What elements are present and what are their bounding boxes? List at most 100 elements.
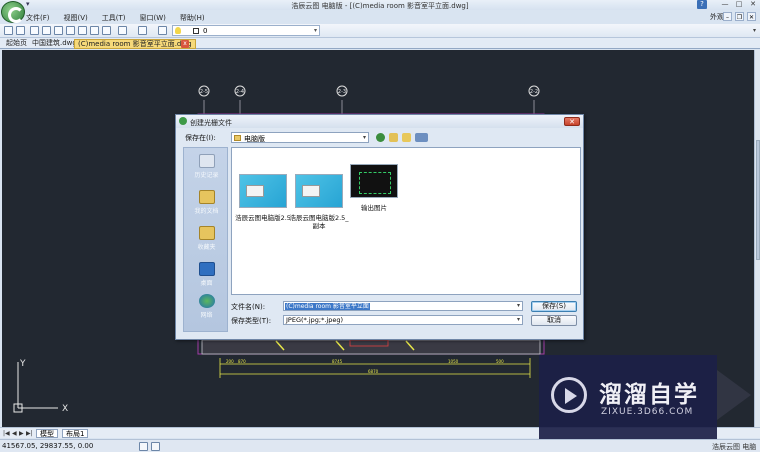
file-item[interactable]: 浩辰云图电脑版2.5_副本 [289, 164, 349, 230]
open-icon[interactable] [4, 26, 13, 35]
title-bar: ▾ 浩辰云图 电脑版 - [(C)media room 影音室平立面.dwg] … [0, 0, 760, 10]
mdi-minimize-button[interactable]: – [723, 12, 732, 21]
dim-text-5: 500 [496, 359, 504, 364]
window-title: 浩辰云图 电脑版 - [(C)media room 影音室平立面.dwg] [291, 2, 469, 10]
chevron-down-icon: ▾ [313, 27, 317, 34]
folder-item[interactable]: 输出图片 [344, 164, 404, 212]
place-favorites-label: 收藏夹 [197, 244, 216, 251]
tab-media-room[interactable]: (C)media room 影音室平立面.dwg [74, 39, 196, 49]
mdi-restore-button[interactable]: ❐ [735, 12, 744, 21]
grid-label-2-2: 2-2 [530, 89, 538, 95]
dialog-app-icon [179, 117, 187, 125]
mdi-close-button[interactable]: ✕ [747, 12, 756, 21]
minimize-button[interactable]: — [720, 0, 730, 9]
place-network[interactable]: 网络 [184, 294, 229, 319]
folder-name: 输出图片 [361, 204, 387, 212]
file-item[interactable]: 浩辰云图电脑版2.5 [233, 164, 293, 222]
save-icon[interactable] [16, 26, 25, 35]
back-icon[interactable] [376, 133, 385, 142]
cancel-button[interactable]: 取消 [531, 315, 577, 326]
grid-icon[interactable] [151, 442, 160, 451]
place-history[interactable]: 历史记录 [184, 154, 229, 179]
dim-text-1: 200 [226, 359, 234, 364]
zoom-in-icon[interactable] [66, 26, 75, 35]
redo-icon[interactable] [138, 26, 147, 35]
place-desktop-label: 桌面 [200, 280, 213, 287]
place-desktop[interactable]: 桌面 [184, 262, 229, 287]
status-app-name: 浩辰云图 电脑版 [712, 443, 757, 451]
folder-thumbnail [350, 164, 398, 198]
documents-icon [198, 190, 215, 204]
filename-value: (C)media room 影音室平立面 [285, 303, 370, 310]
grid-label-2-3: 2-3 [338, 89, 346, 95]
tab-start-page[interactable]: 起始页 [3, 39, 30, 49]
menu-tools[interactable]: 工具(T) [102, 13, 126, 23]
watermark: 溜溜自学 ZIXUE.3D66.COM [539, 355, 717, 439]
layer-manager-icon[interactable] [158, 26, 167, 35]
app-logo-icon[interactable] [1, 1, 25, 23]
grid-label-2-4: 2-4 [236, 89, 244, 95]
watermark-logo-icon [551, 377, 587, 413]
zoom-previous-icon[interactable] [90, 26, 99, 35]
menu-view[interactable]: 视图(V) [64, 13, 88, 23]
favorites-icon [198, 226, 215, 240]
watermark-text: 溜溜自学 [599, 382, 699, 408]
view-menu-icon[interactable] [415, 133, 428, 142]
tab-close-icon[interactable]: x [181, 40, 189, 48]
filename-label: 文件名(N): [231, 303, 266, 311]
file-list[interactable]: 浩辰云图电脑版2.5 浩辰云图电脑版2.5_副本 输出图片 [231, 147, 581, 295]
close-button[interactable]: ✕ [748, 0, 758, 9]
place-network-label: 网络 [200, 312, 213, 319]
layer-value: 0 [203, 27, 208, 35]
menu-file[interactable]: 文件(F) [26, 13, 50, 23]
zoom-out-icon[interactable] [78, 26, 87, 35]
vertical-scrollbar[interactable] [754, 50, 760, 427]
next-tab-icon[interactable]: ▶ [19, 430, 24, 437]
toolbar-options-icon[interactable]: ▾ [753, 27, 756, 34]
layer-dropdown[interactable]: 0 ▾ [172, 25, 320, 36]
first-tab-icon[interactable]: |◀ [3, 430, 10, 437]
new-folder-icon[interactable] [402, 133, 411, 142]
snap-icon[interactable] [139, 442, 148, 451]
tab-model[interactable]: 模型 [36, 429, 58, 438]
save-in-dropdown[interactable]: 电脑版 ▾ [231, 132, 369, 143]
prev-tab-icon[interactable]: ◀ [12, 430, 17, 437]
place-favorites[interactable]: 收藏夹 [184, 226, 229, 251]
layer-color-icon [193, 28, 199, 34]
undo-icon[interactable] [118, 26, 127, 35]
places-bar: 历史记录 我的文档 收藏夹 桌面 网络 [183, 147, 228, 332]
grid-label-2-5: 2-5 [200, 89, 208, 95]
folder-icon [234, 135, 241, 141]
status-bar: 41567.05, 29837.55, 0.00 浩辰云图 电脑版 [0, 439, 760, 452]
filetype-value: JPEG(*.jpg;*.jpeg) [286, 316, 343, 324]
desktop-icon [198, 262, 215, 276]
watermark-url: ZIXUE.3D66.COM [601, 407, 694, 417]
ucs-y-label: Y [19, 359, 26, 369]
menu-bar: 文件(F) 视图(V) 工具(T) 窗口(W) 帮助(H) [26, 12, 760, 23]
place-history-label: 历史记录 [194, 172, 219, 179]
dim-text-4: 1050 [448, 359, 459, 364]
tab-layout1[interactable]: 布局1 [62, 429, 89, 438]
tab-china-building[interactable]: 中国建筑.dwg [29, 39, 80, 49]
dialog-close-button[interactable]: ✕ [564, 117, 580, 126]
zoom-window-icon[interactable] [42, 26, 51, 35]
zoom-extents-icon[interactable] [102, 26, 111, 35]
maximize-button[interactable]: □ [734, 0, 744, 9]
filetype-select[interactable]: JPEG(*.jpg;*.jpeg) ▾ [283, 315, 523, 325]
place-my-documents[interactable]: 我的文档 [184, 190, 229, 215]
up-folder-icon[interactable] [389, 133, 398, 142]
scrollbar-thumb[interactable] [756, 140, 760, 260]
menu-help[interactable]: 帮助(H) [180, 13, 205, 23]
help-icon[interactable]: ? [697, 0, 707, 9]
dim-text-3: 8745 [332, 359, 343, 364]
dialog-title: 创建光栅文件 [190, 119, 232, 127]
chevron-down-icon: ▾ [516, 302, 520, 309]
zoom-realtime-icon[interactable] [54, 26, 63, 35]
wall-segment [201, 339, 541, 355]
toolbar [0, 24, 760, 38]
last-tab-icon[interactable]: ▶| [26, 430, 33, 437]
save-button[interactable]: 保存(S) [531, 301, 577, 312]
pan-icon[interactable] [30, 26, 39, 35]
filename-input[interactable]: (C)media room 影音室平立面 ▾ [283, 301, 523, 311]
menu-window[interactable]: 窗口(W) [140, 13, 166, 23]
